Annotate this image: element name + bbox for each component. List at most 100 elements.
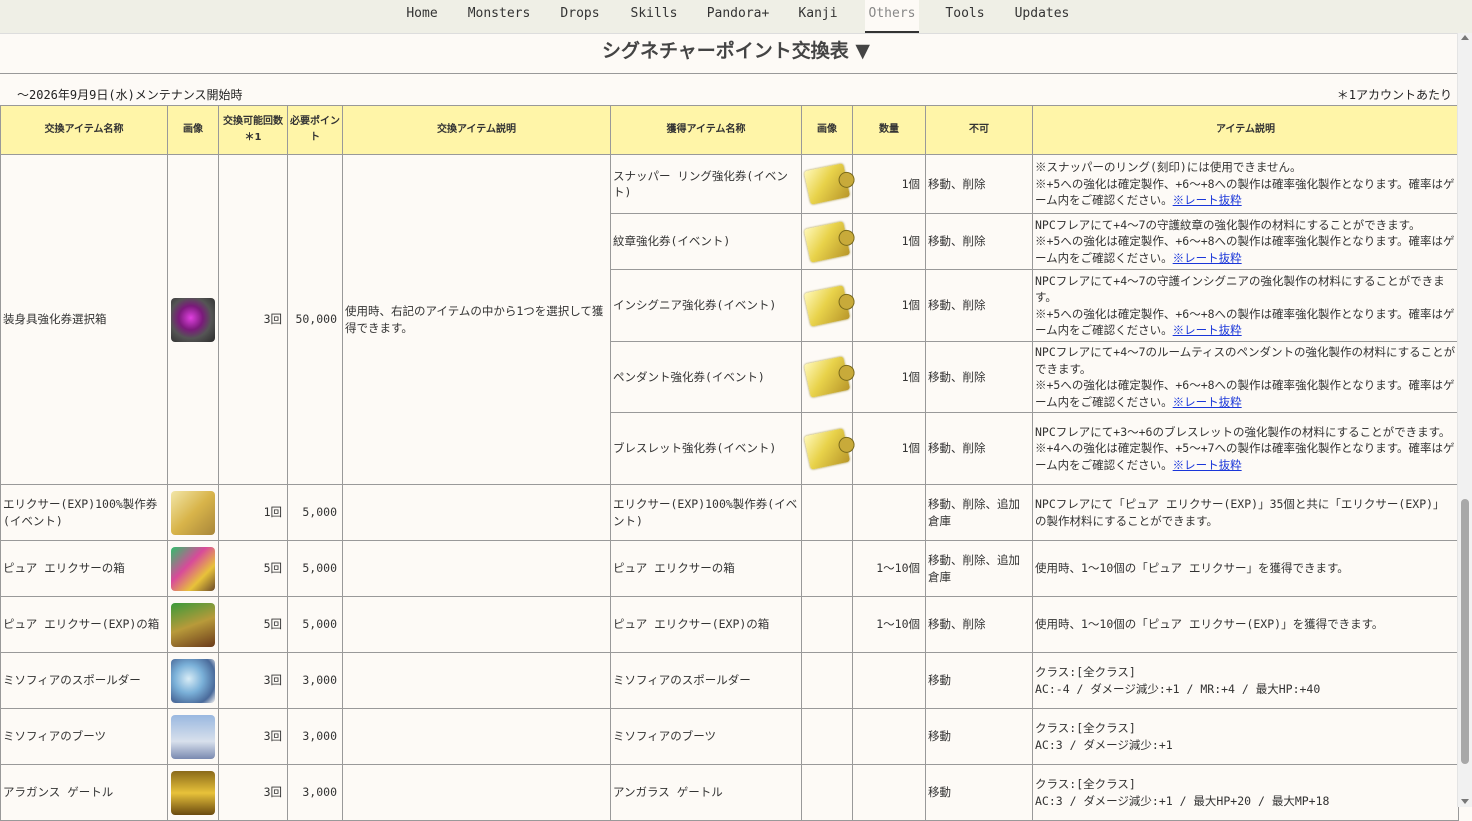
item-desc-cell <box>342 484 611 541</box>
got-image-cell <box>801 269 853 342</box>
got-desc-cell: 使用時、1～10個の「ピュア エリクサー(EXP)」を獲得できます。 <box>1032 596 1459 653</box>
limit-cell: 3回 <box>218 708 288 765</box>
item-image-cell <box>167 154 219 485</box>
restrict-cell: 移動、削除 <box>925 341 1033 413</box>
got-image-cell <box>801 412 853 485</box>
got-desc-cell: NPCフレアにて+4～7の守護インシグニアの強化製作の材料にすることができます。… <box>1032 269 1459 342</box>
got-desc-cell: NPCフレアにて+4～7のルームティスのペンダントの強化製作の材料にすることがで… <box>1032 341 1459 413</box>
got-desc-cell: NPCフレアにて+3～+6のブレスレットの強化製作の材料にすることができます。 … <box>1032 412 1459 485</box>
desc-text: NPCフレアにて+4～7の守護紋章の強化製作の材料にすることができます。 ※+5… <box>1035 217 1455 265</box>
scroll-down-arrow-icon[interactable] <box>1461 799 1469 804</box>
page-title[interactable]: シグネチャーポイント交換表 ▼ <box>0 36 1472 63</box>
restrict-cell: 移動、削除 <box>925 269 1033 342</box>
desc-text: NPCフレアにて+4～7の守護インシグニアの強化製作の材料にすることができます。… <box>1035 273 1455 338</box>
got-desc-cell: クラス:[全クラス] AC:3 / ダメージ減少:+1 <box>1032 708 1459 765</box>
item-image-cell <box>167 764 219 821</box>
qty-cell <box>852 652 926 709</box>
got-name-cell: スナッパー リング強化券(イベント) <box>610 154 802 214</box>
item-desc-cell <box>342 708 611 765</box>
got-name-cell: ペンダント強化券(イベント) <box>610 341 802 413</box>
period-note: ～2026年9月9日(水)メンテナンス開始時 <box>17 88 243 102</box>
nav-monsters[interactable]: Monsters <box>466 0 532 31</box>
table-row: 装身具強化券選択箱 3回 50,000 使用時、右記のアイテムの中から1つを選択… <box>0 154 1459 485</box>
got-image-cell <box>801 213 853 270</box>
header-got-name: 獲得アイテム名称 <box>610 105 802 155</box>
got-name-cell: インシグニア強化券(イベント) <box>610 269 802 342</box>
qty-cell <box>852 764 926 821</box>
item-desc-cell <box>342 652 611 709</box>
got-name-cell: ミソフィアのブーツ <box>610 708 802 765</box>
nav-kanji[interactable]: Kanji <box>795 0 841 31</box>
shoulder-armor-icon <box>171 658 215 703</box>
header-restrict: 不可 <box>925 105 1033 155</box>
restrict-cell: 移動 <box>925 652 1033 709</box>
item-name-cell: ミソフィアのブーツ <box>0 708 168 765</box>
green-chest-icon <box>171 602 215 647</box>
nav-skills[interactable]: Skills <box>627 0 681 31</box>
scroll-icon <box>803 427 851 470</box>
scroll-icon <box>803 356 851 398</box>
rate-link[interactable]: ※レート抜粋 <box>1173 395 1242 409</box>
limit-cell: 1回 <box>218 484 288 541</box>
got-image-cell <box>801 652 853 709</box>
nav-home[interactable]: Home <box>402 0 442 31</box>
rate-link[interactable]: ※レート抜粋 <box>1173 251 1242 265</box>
got-name-cell: エリクサー(EXP)100%製作券(イベント) <box>610 484 802 541</box>
qty-cell: 1個 <box>852 341 926 413</box>
nav-pandora[interactable]: Pandora+ <box>705 0 771 31</box>
header-image: 画像 <box>167 105 219 155</box>
qty-cell: 1～10個 <box>852 596 926 653</box>
qty-cell: 1個 <box>852 213 926 270</box>
points-cell: 5,000 <box>287 540 343 597</box>
limit-cell: 3回 <box>218 154 288 485</box>
got-image-cell <box>801 540 853 597</box>
got-image-cell <box>801 708 853 765</box>
item-name-cell: ミソフィアのスポールダー <box>0 652 168 709</box>
table-row: ミソフィアのスポールダー 3回 3,000 ミソフィアのスポールダー 移動 クラ… <box>0 652 1459 709</box>
qty-cell: 1～10個 <box>852 540 926 597</box>
restrict-cell: 移動、削除 <box>925 154 1033 214</box>
got-desc-cell: クラス:[全クラス] AC:3 / ダメージ減少:+1 / 最大HP+20 / … <box>1032 764 1459 821</box>
got-desc-cell: NPCフレアにて「ピュア エリクサー(EXP)」35個と共に「エリクサー(EXP… <box>1032 484 1459 541</box>
nav-drops[interactable]: Drops <box>557 0 603 31</box>
points-cell: 3,000 <box>287 708 343 765</box>
table-row: ピュア エリクサー(EXP)の箱 5回 5,000 ピュア エリクサー(EXP)… <box>0 596 1459 653</box>
limit-cell: 3回 <box>218 652 288 709</box>
nav-others[interactable]: Others <box>865 0 919 33</box>
restrict-cell: 移動、削除、追加倉庫 <box>925 540 1033 597</box>
got-image-cell <box>801 154 853 214</box>
qty-cell: 1個 <box>852 154 926 214</box>
item-desc-cell <box>342 764 611 821</box>
got-image-cell <box>801 341 853 413</box>
restrict-cell: 移動、削除 <box>925 213 1033 270</box>
restrict-cell: 移動 <box>925 708 1033 765</box>
title-divider <box>0 73 1458 74</box>
table-row: ミソフィアのブーツ 3回 3,000 ミソフィアのブーツ 移動 クラス:[全クラ… <box>0 708 1459 765</box>
got-name-cell: ミソフィアのスポールダー <box>610 652 802 709</box>
rate-link[interactable]: ※レート抜粋 <box>1173 458 1242 472</box>
rainbow-chest-icon <box>171 546 215 591</box>
points-cell: 5,000 <box>287 596 343 653</box>
item-desc-cell <box>342 596 611 653</box>
item-image-cell <box>167 708 219 765</box>
scroll-up-arrow-icon[interactable] <box>1461 35 1469 40</box>
scroll-icon <box>803 163 851 205</box>
limit-cell: 3回 <box>218 764 288 821</box>
item-name-cell: エリクサー(EXP)100%製作券(イベント) <box>0 484 168 541</box>
qty-cell: 1個 <box>852 269 926 342</box>
rate-link[interactable]: ※レート抜粋 <box>1173 323 1242 337</box>
per-account-note: ＊1アカウントあたり <box>1336 88 1452 102</box>
rate-link[interactable]: ※レート抜粋 <box>1173 193 1242 207</box>
gaiter-icon <box>171 770 215 815</box>
nav-updates[interactable]: Updates <box>1012 0 1072 31</box>
purple-chest-icon <box>171 297 215 342</box>
nav-tools[interactable]: Tools <box>942 0 988 31</box>
restrict-cell: 移動、削除 <box>925 596 1033 653</box>
got-name-cell: ブレスレット強化券(イベント) <box>610 412 802 485</box>
scrollbar-thumb[interactable] <box>1461 499 1469 764</box>
item-name-cell: アラガンス ゲートル <box>0 764 168 821</box>
points-cell: 50,000 <box>287 154 343 485</box>
item-image-cell <box>167 596 219 653</box>
got-image-cell <box>801 484 853 541</box>
vertical-scrollbar[interactable] <box>1457 33 1472 807</box>
